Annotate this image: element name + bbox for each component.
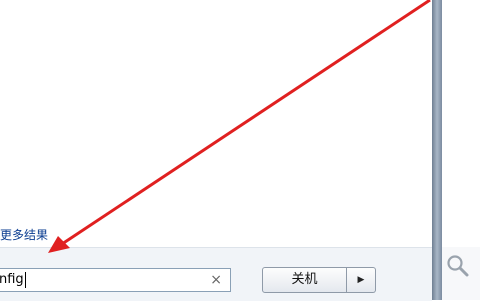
search-input-value: nfig — [0, 272, 24, 287]
clear-icon[interactable]: × — [210, 271, 222, 289]
shutdown-options-arrow-icon[interactable]: ▶ — [347, 267, 376, 293]
search-icon[interactable] — [446, 254, 470, 278]
see-more-results-link[interactable]: 更多结果 — [0, 227, 48, 243]
text-caret — [24, 271, 26, 288]
shutdown-button[interactable]: 关机 — [262, 267, 347, 293]
search-input-text: nfig — [0, 269, 26, 291]
search-input[interactable]: nfig × — [0, 268, 231, 292]
window-divider-bar — [432, 0, 442, 300]
